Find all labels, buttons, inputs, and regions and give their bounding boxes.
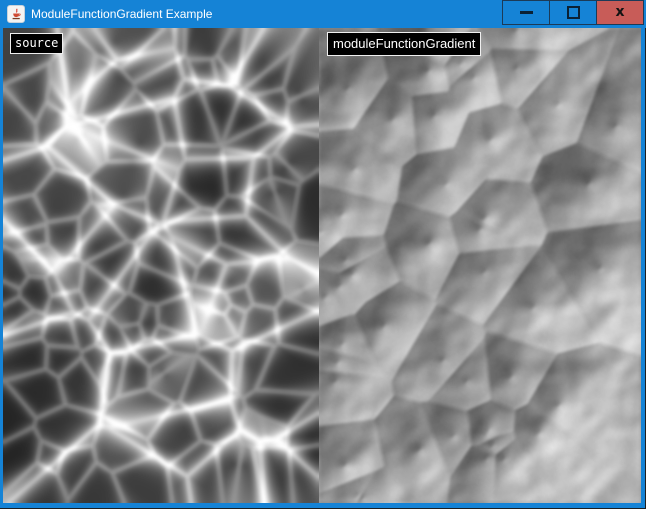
window-title: ModuleFunctionGradient Example [31,0,212,28]
source-image [3,28,319,503]
gradient-image-panel: moduleFunctionGradient [319,28,641,503]
maximize-button[interactable] [549,0,597,25]
coffee-cup-glyph [10,8,23,21]
source-image-label: source [10,33,63,54]
content-area: source moduleFunctionGradient [3,28,641,503]
window-controls: x [503,0,644,25]
titlebar[interactable]: ModuleFunctionGradient Example x [0,0,646,28]
close-button[interactable]: x [596,0,644,25]
app-window: ModuleFunctionGradient Example x source … [0,0,646,509]
minimize-icon [520,11,533,14]
source-image-panel: source [3,28,319,503]
java-coffee-cup-icon[interactable] [7,5,25,23]
gradient-image-label: moduleFunctionGradient [327,32,481,56]
maximize-icon [567,6,580,19]
minimize-button[interactable] [502,0,550,25]
close-icon: x [615,5,624,19]
module-function-gradient-image [319,28,641,503]
